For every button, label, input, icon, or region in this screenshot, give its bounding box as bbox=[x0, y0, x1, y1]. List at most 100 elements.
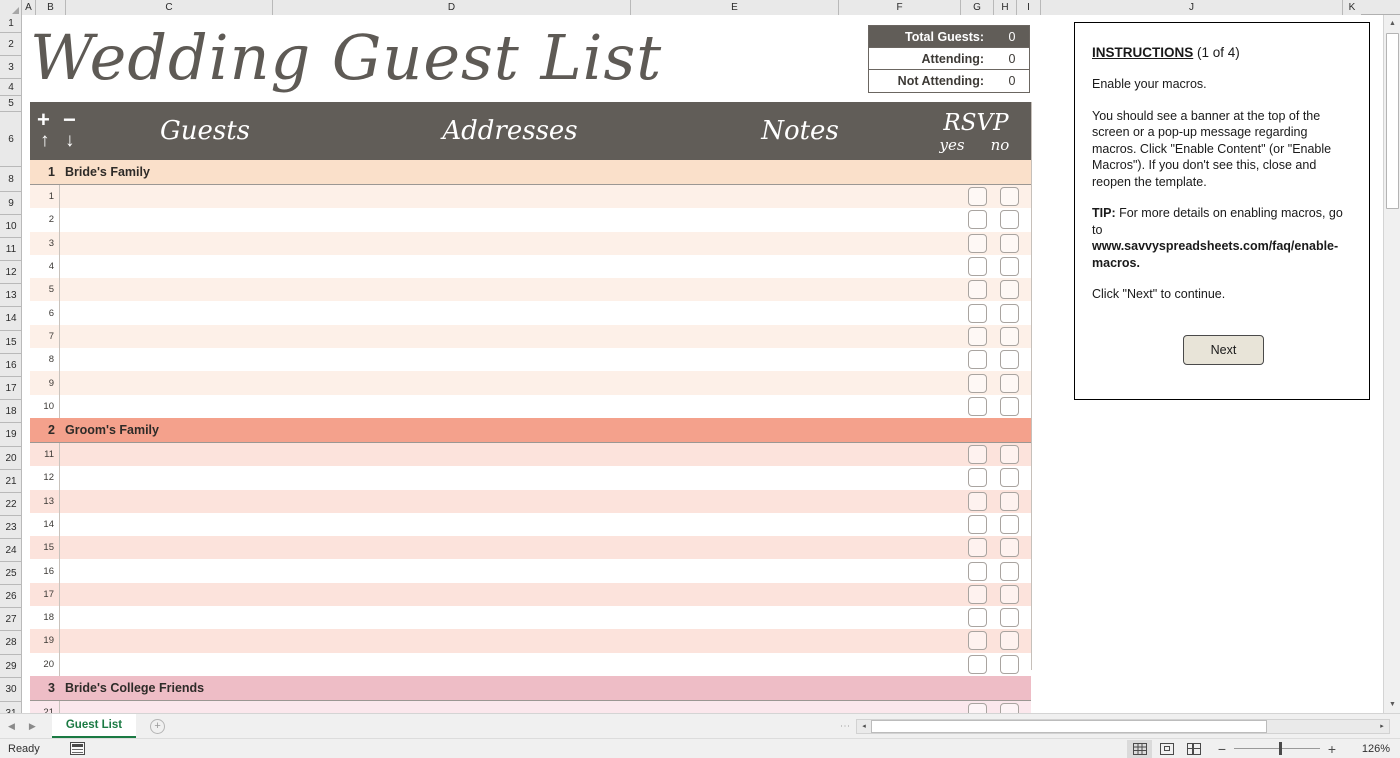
guest-entry-cells[interactable] bbox=[60, 278, 1031, 301]
rsvp-yes-checkbox[interactable] bbox=[968, 327, 987, 346]
rsvp-yes-checkbox[interactable] bbox=[968, 350, 987, 369]
rsvp-yes-checkbox[interactable] bbox=[968, 655, 987, 674]
remove-row-icon[interactable]: − bbox=[63, 109, 76, 131]
zoom-slider-thumb[interactable] bbox=[1279, 742, 1282, 755]
guest-row[interactable]: 12 bbox=[30, 466, 1031, 489]
guest-row[interactable]: 15 bbox=[30, 536, 1031, 559]
rsvp-yes-checkbox[interactable] bbox=[968, 538, 987, 557]
rsvp-yes-checkbox[interactable] bbox=[968, 608, 987, 627]
row-header-5[interactable]: 5 bbox=[0, 96, 22, 112]
row-header-21[interactable]: 21 bbox=[0, 470, 22, 493]
scroll-up-icon[interactable]: ▲ bbox=[1384, 15, 1400, 32]
rsvp-no-checkbox[interactable] bbox=[1000, 631, 1019, 650]
next-button[interactable]: Next bbox=[1183, 335, 1264, 365]
row-header-10[interactable]: 10 bbox=[0, 215, 22, 238]
rsvp-no-checkbox[interactable] bbox=[1000, 538, 1019, 557]
row-header-18[interactable]: 18 bbox=[0, 400, 22, 423]
page-break-view-button[interactable] bbox=[1181, 740, 1206, 758]
rsvp-no-checkbox[interactable] bbox=[1000, 397, 1019, 416]
row-header-17[interactable]: 17 bbox=[0, 377, 22, 400]
row-header-14[interactable]: 14 bbox=[0, 307, 22, 331]
row-header-12[interactable]: 12 bbox=[0, 261, 22, 284]
scroll-down-icon[interactable]: ▼ bbox=[1384, 696, 1400, 713]
guest-entry-cells[interactable] bbox=[60, 371, 1031, 394]
rsvp-yes-checkbox[interactable] bbox=[968, 304, 987, 323]
rsvp-no-checkbox[interactable] bbox=[1000, 468, 1019, 487]
row-header-27[interactable]: 27 bbox=[0, 608, 22, 631]
guest-entry-cells[interactable] bbox=[60, 301, 1031, 324]
rsvp-no-checkbox[interactable] bbox=[1000, 257, 1019, 276]
hscroll-right-icon[interactable]: ▸ bbox=[1375, 720, 1389, 733]
section-header[interactable]: 3Bride's College Friends bbox=[30, 676, 1031, 701]
select-all-corner[interactable] bbox=[0, 0, 22, 15]
rsvp-no-checkbox[interactable] bbox=[1000, 655, 1019, 674]
guest-row[interactable]: 6 bbox=[30, 301, 1031, 324]
section-header[interactable]: 1Bride's Family bbox=[30, 160, 1031, 185]
guest-row[interactable]: 10 bbox=[30, 395, 1031, 418]
rsvp-yes-checkbox[interactable] bbox=[968, 187, 987, 206]
row-header-8[interactable]: 8 bbox=[0, 167, 22, 192]
horizontal-scroll-thumb[interactable] bbox=[871, 720, 1267, 733]
zoom-control[interactable]: − + bbox=[1214, 742, 1340, 756]
zoom-slider-track[interactable] bbox=[1234, 748, 1320, 749]
rsvp-yes-checkbox[interactable] bbox=[968, 492, 987, 511]
column-header-b[interactable]: B bbox=[36, 0, 66, 15]
guest-entry-cells[interactable] bbox=[60, 348, 1031, 371]
rsvp-yes-checkbox[interactable] bbox=[968, 703, 987, 713]
guest-list-body[interactable]: 1Bride's Family123456789102Groom's Famil… bbox=[30, 160, 1031, 713]
guest-entry-cells[interactable] bbox=[60, 606, 1031, 629]
rsvp-no-checkbox[interactable] bbox=[1000, 350, 1019, 369]
zoom-out-icon[interactable]: − bbox=[1214, 742, 1230, 756]
guest-row[interactable]: 16 bbox=[30, 559, 1031, 582]
rsvp-no-checkbox[interactable] bbox=[1000, 492, 1019, 511]
add-sheet-icon[interactable]: + bbox=[150, 719, 165, 734]
row-header-15[interactable]: 15 bbox=[0, 331, 22, 354]
rsvp-yes-checkbox[interactable] bbox=[968, 445, 987, 464]
rsvp-yes-checkbox[interactable] bbox=[968, 257, 987, 276]
guest-row[interactable]: 7 bbox=[30, 325, 1031, 348]
rsvp-yes-checkbox[interactable] bbox=[968, 562, 987, 581]
column-header-d[interactable]: D bbox=[273, 0, 631, 15]
guest-row[interactable]: 14 bbox=[30, 513, 1031, 536]
guest-row[interactable]: 11 bbox=[30, 443, 1031, 466]
move-down-icon[interactable]: ↓ bbox=[65, 131, 75, 150]
guest-entry-cells[interactable] bbox=[60, 559, 1031, 582]
zoom-level-label[interactable]: 126% bbox=[1346, 743, 1390, 755]
rsvp-no-checkbox[interactable] bbox=[1000, 234, 1019, 253]
guest-row[interactable]: 17 bbox=[30, 583, 1031, 606]
vertical-scroll-thumb[interactable] bbox=[1386, 33, 1399, 209]
row-header-26[interactable]: 26 bbox=[0, 585, 22, 608]
guest-entry-cells[interactable] bbox=[60, 466, 1031, 489]
vertical-scrollbar[interactable]: ▲ ▼ bbox=[1383, 15, 1400, 713]
sheet-tab-guest-list[interactable]: Guest List bbox=[52, 714, 136, 738]
zoom-in-icon[interactable]: + bbox=[1324, 742, 1340, 756]
row-header-6[interactable]: 6 bbox=[0, 112, 22, 167]
row-header-19[interactable]: 19 bbox=[0, 423, 22, 447]
guest-entry-cells[interactable] bbox=[60, 653, 1031, 676]
column-header-c[interactable]: C bbox=[66, 0, 273, 15]
column-header-j[interactable]: J bbox=[1041, 0, 1343, 15]
rsvp-no-checkbox[interactable] bbox=[1000, 703, 1019, 713]
row-header-2[interactable]: 2 bbox=[0, 33, 22, 56]
row-header-24[interactable]: 24 bbox=[0, 539, 22, 562]
row-header-16[interactable]: 16 bbox=[0, 354, 22, 377]
horizontal-scrollbar[interactable]: ◂ ▸ bbox=[856, 719, 1390, 734]
guest-row[interactable]: 3 bbox=[30, 232, 1031, 255]
guest-entry-cells[interactable] bbox=[60, 208, 1031, 231]
rsvp-no-checkbox[interactable] bbox=[1000, 562, 1019, 581]
row-header-30[interactable]: 30 bbox=[0, 678, 22, 702]
add-row-icon[interactable]: + bbox=[37, 109, 50, 131]
rsvp-no-checkbox[interactable] bbox=[1000, 374, 1019, 393]
rsvp-yes-checkbox[interactable] bbox=[968, 397, 987, 416]
guest-entry-cells[interactable] bbox=[60, 232, 1031, 255]
rsvp-no-checkbox[interactable] bbox=[1000, 585, 1019, 604]
row-header-31[interactable]: 31 bbox=[0, 702, 22, 713]
row-header-25[interactable]: 25 bbox=[0, 562, 22, 585]
guest-entry-cells[interactable] bbox=[60, 325, 1031, 348]
rsvp-yes-checkbox[interactable] bbox=[968, 234, 987, 253]
column-header-k[interactable]: K bbox=[1343, 0, 1361, 15]
guest-row[interactable]: 1 bbox=[30, 185, 1031, 208]
rsvp-yes-checkbox[interactable] bbox=[968, 468, 987, 487]
guest-row[interactable]: 9 bbox=[30, 371, 1031, 394]
row-header-11[interactable]: 11 bbox=[0, 238, 22, 261]
